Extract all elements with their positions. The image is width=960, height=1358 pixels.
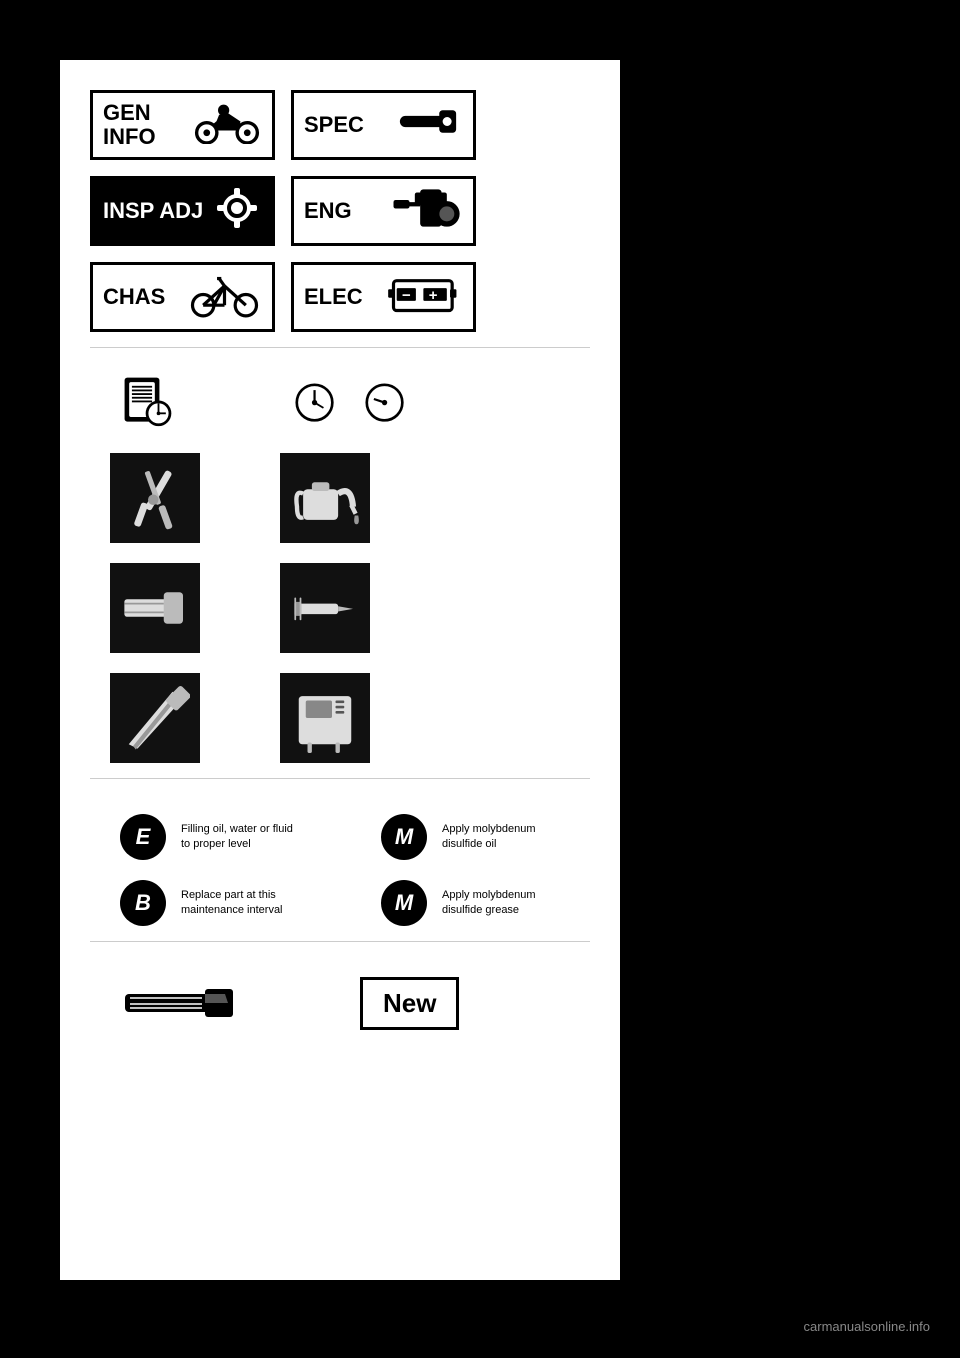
badge-eng-icon [388,184,463,239]
oil-can-box [280,453,370,543]
badge-spec-icon [393,99,463,151]
blade-box [110,673,200,763]
badge-chas[interactable]: CHAS [90,262,275,332]
oil-can-icon-box [280,453,370,543]
special-tool-icon-box [110,453,200,543]
badge-chas-text: CHAS [103,285,165,309]
e-indicator-label: Filling oil, water or fluid to proper le… [181,822,301,853]
badge-spec-text: SPEC [304,113,364,137]
badge-elec[interactable]: ELEC − + [291,262,476,332]
m1-circle: M [381,814,427,860]
e-indicator-item: E Filling oil, water or fluid to proper … [120,814,301,860]
indicators-row-1: E Filling oil, water or fluid to proper … [60,794,620,860]
badge-insp-adj-text: INSP ADJ [103,199,203,223]
grease-gun-box [280,563,370,653]
gauge-icon-box [280,673,370,763]
new-badge: New [360,977,459,1030]
icon-boxes-row-3 [60,653,620,763]
bolt-box [110,563,200,653]
m2-indicator-label: Apply molybdenum disulfide grease [442,888,562,919]
bottom-row: New [60,957,620,1030]
watermark-text: carmanualsonline.info [804,1319,930,1334]
grease-gun-icon-box [280,563,370,653]
m2-circle: M [381,880,427,926]
badge-insp-adj[interactable]: INSP ADJ [90,176,275,246]
badge-chas-icon [187,270,262,325]
b-indicator-item: B Replace part at this maintenance inter… [120,880,301,926]
badge-elec-icon: − + [388,270,463,325]
b-indicator-label: Replace part at this maintenance interva… [181,888,301,919]
gauge-box [280,673,370,763]
new-badge-text: New [383,988,436,1018]
icon-boxes-row-1 [60,433,620,543]
badge-insp-adj-icon [212,183,262,240]
badges-row-1: GEN INFO [60,60,620,160]
manual-small-icon [120,373,175,433]
m2-indicator-item: M Apply molybdenum disulfide grease [381,880,562,926]
badges-row-3: CHAS [60,246,620,332]
watermark: carmanualsonline.info [794,1315,940,1338]
badge-gen-info[interactable]: GEN INFO [90,90,275,160]
page: GEN INFO [0,0,960,1358]
badge-gen-info-icon [192,99,262,151]
svg-text:+: + [429,286,438,303]
svg-text:−: − [402,286,411,303]
badge-eng-text: ENG [304,199,352,223]
e-circle: E [120,814,166,860]
badge-elec-text: ELEC [304,285,363,309]
divider-3 [90,941,590,942]
special-tool-box [110,453,200,543]
icon-boxes-row-2 [60,543,620,653]
b-circle: B [120,880,166,926]
small-icons-row [60,363,620,433]
badge-spec[interactable]: SPEC [291,90,476,160]
blade-icon-box [110,673,200,763]
m1-indicator-item: M Apply molybdenum disulfide oil [381,814,562,860]
divider-1 [90,347,590,348]
badge-gen-info-text: GEN INFO [103,101,192,149]
badges-row-2: INSP ADJ [60,160,620,246]
divider-2 [90,778,590,779]
m1-indicator-label: Apply molybdenum disulfide oil [442,822,562,853]
speedometer-icons [295,383,405,423]
badge-eng[interactable]: ENG [291,176,476,246]
bolt-icon-box [110,563,200,653]
content-area: GEN INFO [60,60,620,1280]
gasket-part-icon [120,979,240,1029]
indicators-row-2: B Replace part at this maintenance inter… [60,860,620,926]
